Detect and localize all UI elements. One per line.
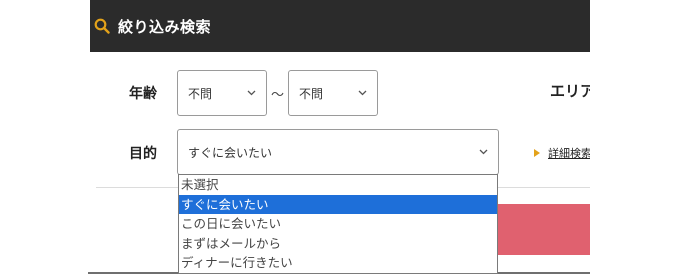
- age-label: 年齢: [129, 86, 157, 102]
- chevron-down-icon: [479, 149, 488, 155]
- chevron-down-icon: [247, 90, 256, 96]
- dropdown-option[interactable]: ディナーに行きたい: [179, 253, 497, 273]
- age-max-select[interactable]: 不問: [288, 70, 378, 116]
- purpose-select[interactable]: すぐに会いたい: [177, 129, 499, 175]
- search-header: 絞り込み検索: [90, 0, 590, 52]
- purpose-label: 目的: [129, 146, 157, 162]
- dropdown-option[interactable]: まずはメールから: [179, 234, 497, 254]
- chevron-down-icon: [358, 90, 367, 96]
- dropdown-option-selected[interactable]: すぐに会いたい: [179, 194, 497, 215]
- age-min-value: 不問: [188, 86, 213, 101]
- purpose-value: すぐに会いたい: [188, 145, 273, 160]
- dropdown-option[interactable]: 未選択: [179, 175, 497, 195]
- area-label: エリア: [550, 82, 590, 100]
- header-title: 絞り込み検索: [118, 17, 212, 36]
- search-button[interactable]: [497, 204, 590, 255]
- age-max-value: 不問: [299, 86, 324, 101]
- triangle-right-icon: [534, 149, 540, 157]
- detail-search-link[interactable]: 詳細検索: [534, 145, 590, 161]
- age-min-select[interactable]: 不問: [177, 70, 267, 116]
- age-range-separator: 〜: [271, 88, 285, 103]
- dropdown-option[interactable]: この日に会いたい: [179, 214, 497, 234]
- detail-search-label: 詳細検索: [548, 147, 590, 160]
- purpose-dropdown-list: 未選択 すぐに会いたい この日に会いたい まずはメールから ディナーに行きたい: [178, 174, 498, 274]
- search-icon: [94, 18, 110, 34]
